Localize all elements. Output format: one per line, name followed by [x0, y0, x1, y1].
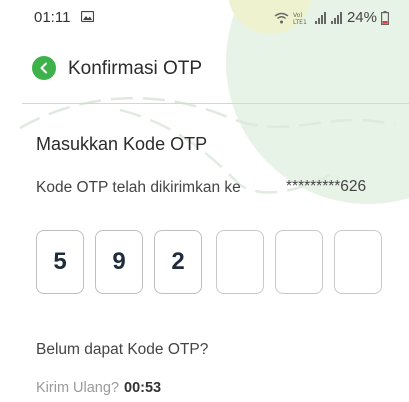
otp-digit-1[interactable]: 5: [36, 230, 84, 294]
header-divider: [22, 103, 409, 104]
otp-input-group: 5 9 2: [36, 230, 382, 294]
battery-icon: [381, 10, 389, 25]
chevron-left-icon: [40, 62, 47, 74]
svg-text:LTE1: LTE1: [293, 19, 307, 25]
resend-link[interactable]: Kirim Ulang?: [36, 380, 119, 396]
signal-icon: [314, 11, 326, 24]
otp-not-received-text: Belum dapat Kode OTP?: [36, 341, 209, 358]
otp-digit-3[interactable]: 2: [154, 230, 202, 294]
wifi-icon: [274, 12, 289, 23]
status-icons: Vo) LTE1 24%: [274, 9, 389, 26]
resend-countdown: 00:53: [124, 380, 162, 396]
otp-digit-4[interactable]: [216, 230, 264, 294]
otp-sent-label: Kode OTP telah dikirimkan ke: [36, 179, 241, 196]
signal-icon: [330, 11, 342, 24]
otp-section-title: Masukkan Kode OTP: [36, 134, 208, 154]
battery-percent: 24%: [346, 9, 377, 26]
header: Konfirmasi OTP: [0, 44, 409, 102]
otp-digit-6[interactable]: [334, 230, 382, 294]
masked-phone-number: *********626: [286, 178, 367, 195]
otp-digit-5[interactable]: [275, 230, 323, 294]
page-title: Konfirmasi OTP: [68, 58, 203, 79]
otp-digit-2[interactable]: 9: [95, 230, 143, 294]
status-bar: 01:11 Vo) LTE1 24%: [0, 0, 409, 40]
otp-sent-info: Kode OTP telah dikirimkan ke *********62…: [36, 178, 366, 197]
back-button[interactable]: [32, 56, 56, 80]
status-time: 01:11: [34, 9, 71, 26]
resend-row: Kirim Ulang? 00:53: [36, 380, 161, 396]
svg-text:Vo): Vo): [293, 12, 303, 19]
gallery-icon: [81, 11, 94, 22]
lte-icon: Vo) LTE1: [293, 12, 307, 25]
